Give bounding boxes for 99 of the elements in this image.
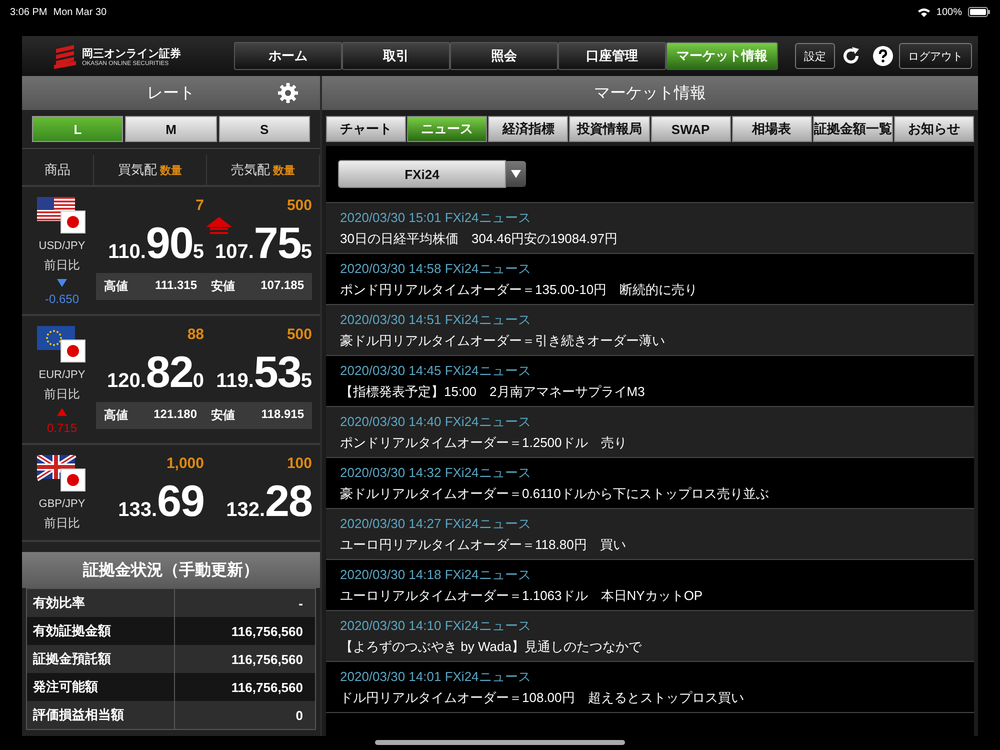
status-time: 3:06 PM	[10, 6, 48, 18]
settings-icon[interactable]	[278, 83, 298, 103]
up-triangle-icon	[57, 408, 67, 416]
change-label: 前日比	[44, 257, 80, 274]
high-label: 高値	[104, 407, 128, 424]
news-meta[interactable]: 2020/03/30 14:27 FXi24ニュース	[340, 514, 531, 532]
news-headline[interactable]: ドル円リアルタイムオーダー＝108.00円 超えるとストップロス買い	[340, 688, 744, 706]
logout-button[interactable]: ログアウト	[899, 43, 972, 69]
logo-icon	[52, 43, 78, 69]
news-meta[interactable]: 2020/03/30 14:18 FXi24ニュース	[340, 566, 531, 584]
size-toggle[interactable]: M	[125, 116, 217, 142]
quantity-label: 数量	[160, 164, 182, 178]
bid-quantity: 7	[194, 197, 204, 216]
news-meta[interactable]: 2020/03/30 14:45 FXi24ニュース	[340, 362, 531, 380]
news-meta[interactable]: 2020/03/30 14:51 FXi24ニュース	[340, 310, 531, 328]
battery-icon	[968, 7, 990, 17]
high-value: 111.315	[154, 278, 198, 294]
high-value: 121.180	[152, 407, 198, 423]
margin-label: 有効証拠金額	[33, 622, 111, 640]
column-header: 買気配	[118, 161, 157, 179]
battery-percent: 100%	[936, 6, 962, 18]
status-date: Mon Mar 30	[53, 6, 107, 18]
change-label: 前日比	[44, 515, 80, 532]
source-dropdown[interactable]: FXi24	[338, 160, 506, 188]
column-header: 商品	[44, 161, 70, 179]
low-value: 118.915	[260, 407, 304, 423]
ask-quantity: 500	[286, 326, 312, 345]
quantity-label: 数量	[273, 164, 295, 178]
nav-tab[interactable]: 取引	[342, 42, 450, 70]
wifi-icon	[918, 8, 930, 16]
market-tab[interactable]: チャート	[326, 116, 406, 142]
refresh-icon[interactable]	[841, 46, 861, 66]
change-label: 前日比	[44, 386, 80, 403]
news-meta[interactable]: 2020/03/30 14:32 FXi24ニュース	[340, 464, 531, 482]
margin-value: 116,756,560	[231, 624, 303, 638]
margin-title: 証拠金状況（手動更新）	[83, 560, 259, 580]
low-label: 安値	[211, 407, 235, 424]
ask-price: 107.755	[214, 219, 312, 269]
margin-label: 発注可能額	[33, 678, 98, 696]
nav-tab[interactable]: 口座管理	[558, 42, 666, 70]
news-headline[interactable]: 豪ドル円リアルタイムオーダー＝引き続きオーダー薄い	[340, 332, 665, 350]
dropdown-caret-icon[interactable]	[511, 170, 521, 178]
change-value: 0.715	[46, 421, 78, 435]
currency-pair: USD/JPY	[38, 240, 86, 252]
market-tab[interactable]: 証拠金額一覧	[812, 116, 893, 142]
market-tab[interactable]: 相場表	[732, 116, 812, 142]
news-meta[interactable]: 2020/03/30 14:58 FXi24ニュース	[340, 260, 531, 278]
currency-flags-icon	[37, 455, 87, 493]
size-toggle[interactable]: S	[218, 116, 310, 142]
news-headline[interactable]: 【よろずのつぶやき by Wada】見通しのたつなかで	[340, 638, 642, 656]
currency-pair: GBP/JPY	[38, 498, 86, 510]
news-headline[interactable]: 豪ドルリアルタイムオーダー＝0.6110ドルから下にストップロス売り並ぶ	[340, 484, 769, 502]
news-headline[interactable]: 【指標発表予定】15:00 2月南アマネーサプライM3	[340, 382, 645, 400]
change-value: -0.650	[44, 292, 80, 306]
low-value: 107.185	[260, 278, 304, 294]
settings-button[interactable]: 設定	[795, 43, 835, 69]
margin-value: 116,756,560	[231, 680, 303, 694]
currency-flags-icon	[37, 326, 87, 364]
margin-value: -	[298, 596, 303, 610]
news-meta[interactable]: 2020/03/30 15:01 FXi24ニュース	[340, 208, 531, 226]
bid-price: 133.69	[117, 477, 204, 527]
news-headline[interactable]: ポンドリアルタイムオーダー＝1.2500ドル 売り	[340, 434, 627, 452]
ask-price: 119.535	[215, 348, 312, 398]
nav-tab[interactable]: ホーム	[234, 42, 342, 70]
down-triangle-icon	[57, 279, 67, 287]
nav-tab[interactable]: 照会	[450, 42, 558, 70]
margin-label: 証拠金預託額	[33, 650, 111, 668]
panel-title: マーケット情報	[594, 84, 706, 104]
high-label: 高値	[104, 278, 128, 295]
bid-quantity: 1,000	[165, 455, 204, 474]
margin-value: 0	[296, 708, 303, 722]
currency-pair: EUR/JPY	[38, 369, 86, 381]
news-headline[interactable]: ポンド円リアルタイムオーダー＝135.00-10円 断続的に売り	[340, 280, 698, 298]
margin-label: 評価損益相当額	[33, 706, 124, 724]
low-label: 安値	[211, 278, 235, 295]
market-tab[interactable]: 投資情報局	[569, 116, 650, 142]
currency-flags-icon	[37, 197, 87, 235]
margin-label: 有効比率	[33, 594, 85, 612]
news-meta[interactable]: 2020/03/30 14:40 FXi24ニュース	[340, 412, 531, 430]
news-headline[interactable]: ユーロリアルタイムオーダー＝1.1063ドル 本日NYカットOP	[340, 586, 703, 604]
news-meta[interactable]: 2020/03/30 14:10 FXi24ニュース	[340, 616, 531, 634]
news-headline[interactable]: 30日の日経平均株価 304.46円安の19084.97円	[340, 230, 618, 248]
ask-quantity: 100	[286, 455, 312, 474]
market-tab[interactable]: ニュース	[407, 116, 488, 142]
news-meta[interactable]: 2020/03/30 14:01 FXi24ニュース	[340, 668, 531, 686]
bid-price: 120.820	[106, 348, 204, 398]
market-tab[interactable]: お知らせ	[894, 116, 974, 142]
bid-price: 110.905	[107, 219, 204, 269]
market-tab[interactable]: SWAP	[650, 116, 731, 142]
logo-name: 岡三オンライン証券	[82, 46, 181, 60]
help-icon[interactable]	[873, 46, 893, 66]
bid-quantity: 88	[186, 326, 204, 345]
column-header: 売気配	[231, 161, 270, 179]
margin-value: 116,756,560	[231, 652, 303, 666]
market-tab[interactable]: 経済指標	[488, 116, 568, 142]
news-headline[interactable]: ユーロ円リアルタイムオーダー＝118.80円 買い	[340, 536, 626, 554]
ask-quantity: 500	[286, 197, 312, 216]
ask-price: 132.28	[225, 477, 312, 527]
panel-title: レート	[147, 84, 195, 104]
